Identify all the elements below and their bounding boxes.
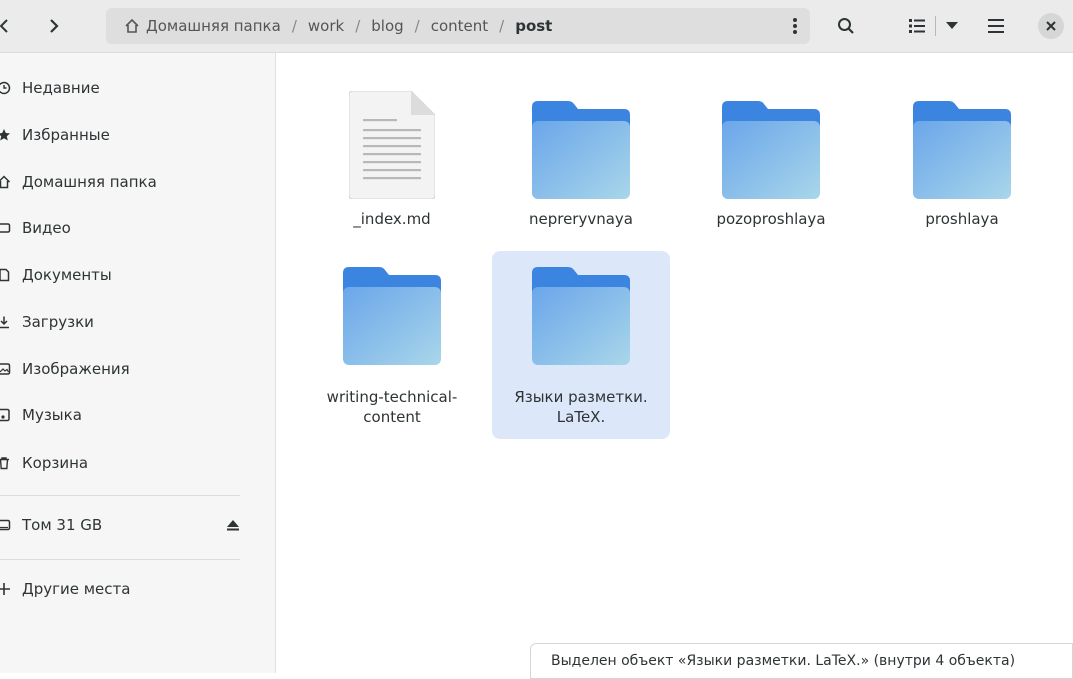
sidebar-item-starred[interactable]: Избранные: [0, 115, 275, 155]
sidebar-item-recent[interactable]: Недавние: [0, 68, 275, 108]
search-icon: [838, 18, 854, 34]
sidebar-item-pictures[interactable]: Изображения: [0, 349, 275, 389]
sidebar-divider: [0, 495, 240, 496]
header-bar: Домашняя папка / work / blog / content /…: [0, 0, 1073, 53]
file-name: _index.md: [353, 210, 431, 228]
sidebar-item-label: Изображения: [22, 360, 130, 378]
forward-button[interactable]: [34, 9, 74, 43]
breadcrumb-separator: /: [499, 17, 505, 35]
folder-name: writing-technical-content: [326, 388, 458, 426]
sidebar-item-videos[interactable]: Видео: [0, 208, 275, 248]
breadcrumb-blog[interactable]: blog: [371, 17, 403, 35]
folder-name: Языки разметки. LaTeX.: [514, 388, 648, 426]
folder-name: proshlaya: [925, 210, 999, 228]
sidebar-item-label: Домашняя папка: [22, 173, 157, 191]
text-file-icon: [349, 91, 435, 199]
sidebar-item-trash[interactable]: Корзина: [0, 443, 275, 483]
sidebar-item-other-locations[interactable]: Другие места: [0, 569, 275, 609]
sidebar-divider: [0, 559, 240, 560]
breadcrumb-home[interactable]: Домашняя папка: [146, 17, 281, 35]
breadcrumb-separator: /: [355, 17, 361, 35]
breadcrumb-content[interactable]: content: [431, 17, 488, 35]
eject-icon: [227, 520, 239, 531]
image-icon: [0, 359, 14, 379]
main-menu-button[interactable]: [976, 9, 1016, 43]
path-bar: Домашняя папка / work / blog / content /…: [106, 8, 810, 44]
trash-icon: [0, 453, 14, 473]
sidebar-item-label: Корзина: [22, 454, 89, 472]
sidebar-item-label: Недавние: [22, 79, 100, 97]
sidebar-item-volume[interactable]: Том 31 GB: [0, 505, 275, 545]
sidebar-item-label: Музыка: [22, 406, 82, 424]
back-button[interactable]: [0, 9, 18, 43]
star-icon: [0, 125, 14, 145]
kebab-menu-icon: [793, 18, 797, 34]
breadcrumb-post[interactable]: post: [515, 17, 552, 35]
sidebar-item-documents[interactable]: Документы: [0, 255, 275, 295]
file-view: _index.md nepreryvnaya pozoproshlaya pro…: [276, 53, 1073, 673]
folder-icon: [913, 101, 1011, 199]
search-button[interactable]: [826, 9, 866, 43]
sidebar-item-music[interactable]: Музыка: [0, 395, 275, 435]
home-icon: [124, 18, 140, 34]
download-icon: [0, 312, 14, 332]
sidebar-item-label: Том 31 GB: [22, 516, 103, 534]
video-icon: [0, 218, 14, 238]
folder-icon: [722, 101, 820, 199]
list-view-icon: [909, 19, 925, 33]
folder-icon: [343, 267, 441, 365]
breadcrumb-work[interactable]: work: [308, 17, 344, 35]
sidebar: Недавние Избранные Домашняя папка Видео …: [0, 53, 276, 673]
drive-icon: [0, 515, 14, 535]
folder-icon: [532, 101, 630, 199]
chevron-left-icon: [0, 19, 8, 33]
sidebar-item-home[interactable]: Домашняя папка: [0, 162, 275, 202]
path-menu-button[interactable]: [782, 9, 808, 43]
view-options-button[interactable]: [940, 9, 964, 43]
sidebar-item-label: Другие места: [22, 580, 131, 598]
folder-item[interactable]: proshlaya: [873, 63, 1051, 241]
sidebar-item-label: Документы: [22, 266, 112, 284]
breadcrumb-separator: /: [291, 17, 297, 35]
triangle-down-icon: [946, 22, 958, 29]
folder-item-selected[interactable]: Языки разметки. LaTeX.: [492, 251, 670, 439]
folder-name: nepreryvnaya: [528, 210, 633, 228]
home-icon: [0, 172, 14, 192]
clock-icon: [0, 78, 14, 98]
sidebar-item-label: Загрузки: [22, 313, 94, 331]
folder-item[interactable]: pozoproshlaya: [682, 63, 860, 241]
view-list-button[interactable]: [902, 9, 932, 43]
breadcrumb-separator: /: [414, 17, 420, 35]
folder-item[interactable]: writing-technical-content: [303, 251, 481, 439]
sidebar-item-downloads[interactable]: Загрузки: [0, 302, 275, 342]
folder-item[interactable]: nepreryvnaya: [492, 63, 670, 241]
eject-button[interactable]: [224, 517, 242, 533]
file-item[interactable]: _index.md: [303, 63, 481, 241]
music-icon: [0, 405, 14, 425]
status-bar: Выделен объект «Языки разметки. LaTeX.» …: [530, 643, 1073, 679]
hamburger-menu-icon: [988, 19, 1004, 33]
folder-icon: [532, 267, 630, 365]
plus-icon: [0, 579, 14, 599]
document-icon: [0, 265, 14, 285]
chevron-right-icon: [50, 19, 59, 33]
toolbar-divider: [935, 16, 936, 36]
folder-name: pozoproshlaya: [716, 210, 826, 228]
close-icon: [1046, 21, 1056, 31]
sidebar-item-label: Избранные: [22, 126, 110, 144]
sidebar-item-label: Видео: [22, 219, 71, 237]
close-button[interactable]: [1038, 13, 1064, 39]
